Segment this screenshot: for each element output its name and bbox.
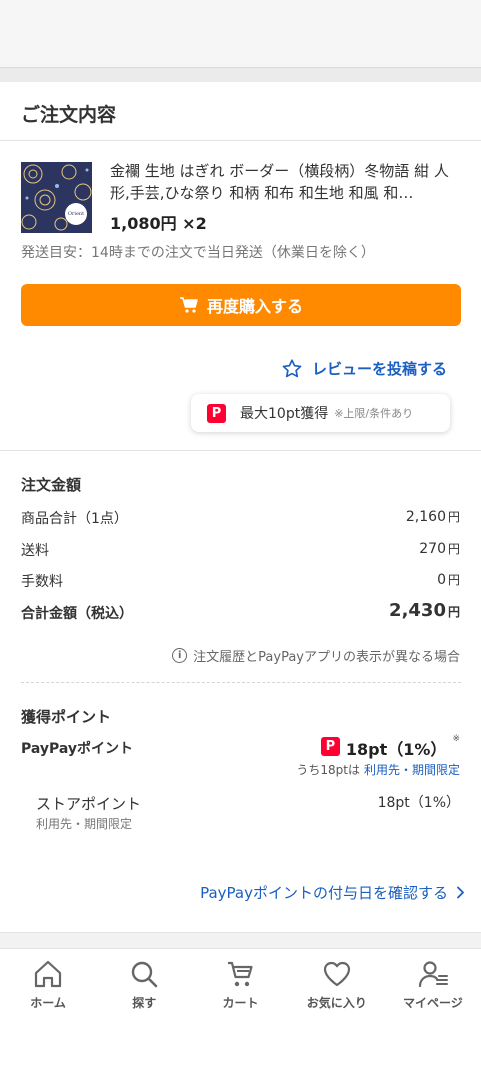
tab-cart-label: カート <box>222 996 259 1010</box>
paypay-points-label: PayPayポイント <box>21 741 134 757</box>
store-points-label: ストアポイント <box>36 795 142 813</box>
earned-points-title: 獲得ポイント <box>21 708 112 726</box>
product-price: 1,080円 ×2 <box>110 214 207 233</box>
product-image: Orient <box>21 162 92 233</box>
tab-mypage-label: マイページ <box>403 996 463 1010</box>
paypay-points-value-group: P 18pt（1%） ※ <box>320 734 460 760</box>
tab-search-label: 探す <box>132 996 157 1010</box>
cart-icon <box>227 961 253 987</box>
store-points-value: 18pt（1%） <box>377 795 460 811</box>
home-icon <box>34 960 62 988</box>
display-difference-notice[interactable]: i 注文履歴とPayPayアプリの表示が異なる場合 <box>172 646 460 665</box>
tab-home-label: ホーム <box>30 996 66 1010</box>
svg-text:Orient: Orient <box>68 211 84 217</box>
tab-cart[interactable]: カート <box>192 949 288 1018</box>
review-points-tooltip: P 最大10pt獲得 ※上限/条件あり <box>191 394 450 432</box>
shipping-note: 発送目安：14時までの注文で当日発送（休業日を除く） <box>21 245 375 261</box>
notice-text: 注文履歴とPayPayアプリの表示が異なる場合 <box>193 650 460 665</box>
star-icon <box>282 359 302 378</box>
search-icon <box>132 961 158 988</box>
info-icon: i <box>172 648 188 663</box>
review-label: レビューを投稿する <box>312 360 448 378</box>
rebuy-button[interactable]: 再度購入する <box>21 284 461 326</box>
paypay-logo-icon: P <box>320 737 340 756</box>
subtotal-label: 商品合計（1点） <box>21 511 128 527</box>
store-points-sub: 利用先・期間限定 <box>36 817 133 831</box>
tab-favorites[interactable]: お気に入り <box>289 949 385 1018</box>
chevron-right-icon <box>457 886 464 899</box>
total-value: 2,430 円 <box>389 600 460 621</box>
handling-fee-label: 手数料 <box>21 574 63 590</box>
top-header-area <box>0 0 481 68</box>
tab-favorites-label: お気に入り <box>306 996 367 1010</box>
subtotal-value: 2,160 円 <box>405 509 460 525</box>
dashed-divider <box>21 682 461 683</box>
bottom-gap <box>0 932 481 948</box>
divider <box>0 450 481 451</box>
tab-mypage[interactable]: マイページ <box>385 949 481 1018</box>
tab-search[interactable]: 探す <box>96 949 192 1018</box>
order-details-title: ご注文内容 <box>21 104 117 126</box>
product-thumbnail[interactable]: Orient <box>21 162 92 233</box>
cart-icon <box>179 297 198 313</box>
grant-date-label: PayPayポイントの付与日を確認する <box>200 884 448 902</box>
paypay-points-value: 18pt（1%） <box>345 740 447 759</box>
shipping-fee-label: 送料 <box>21 543 49 559</box>
tooltip-sub-text: ※上限/条件あり <box>334 407 414 420</box>
divider <box>0 140 481 141</box>
paypay-logo-icon: P <box>207 403 226 423</box>
heart-icon <box>323 961 350 987</box>
product-name-link[interactable]: 金襴 生地 はぎれ ボーダー（横段柄）冬物語 紺 人形,手芸,ひな祭り 和柄 和… <box>110 160 460 204</box>
user-icon <box>418 961 448 988</box>
paypay-points-note: うち18ptは 利用先・期間限定 <box>296 763 460 777</box>
handling-fee-value: 0円 <box>437 572 460 588</box>
rebuy-label: 再度購入する <box>206 297 303 316</box>
paypay-grant-date-link[interactable]: PayPayポイントの付与日を確認する <box>200 882 465 903</box>
section-gap <box>0 68 481 82</box>
paypay-points-mark: ※ <box>452 734 460 744</box>
tooltip-main-text: 最大10pt獲得 <box>240 406 329 422</box>
limited-use-link[interactable]: 利用先・期間限定 <box>364 763 460 777</box>
order-amount-title: 注文金額 <box>21 476 82 494</box>
tab-home[interactable]: ホーム <box>0 949 96 1018</box>
bottom-tab-bar: ホーム 探す カート お気に入り マイページ <box>0 948 481 1018</box>
post-review-link[interactable]: レビューを投稿する <box>282 358 447 379</box>
shipping-fee-value: 270 円 <box>419 541 460 557</box>
total-label: 合計金額（税込） <box>21 606 133 622</box>
